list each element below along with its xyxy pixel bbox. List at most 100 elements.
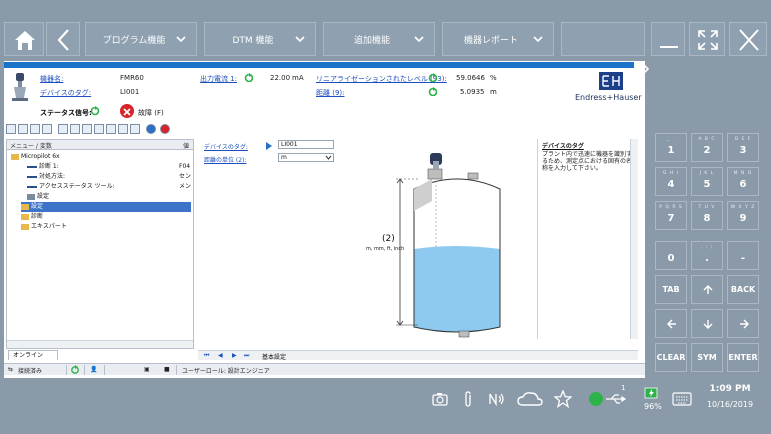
tree-item-diagnostic[interactable]: 診断 1: F04 — [27, 162, 193, 172]
previous-icon[interactable]: ◀ — [218, 352, 223, 359]
menu-program-functions[interactable]: プログラム機能 — [85, 22, 197, 56]
link-icon[interactable] — [118, 124, 128, 134]
device-tag-value: LI001 — [120, 88, 140, 96]
status-signal-label: ステータス信号: — [40, 109, 92, 117]
gear-icon[interactable] — [6, 124, 16, 134]
key-4[interactable]: G H I4 — [655, 167, 687, 196]
folder-icon — [21, 213, 29, 220]
device-name-label[interactable]: 機器名: — [40, 74, 63, 84]
key-sym[interactable]: SYM — [691, 343, 723, 372]
next-icon[interactable]: ▶ — [232, 352, 237, 359]
key-5[interactable]: J K L5 — [691, 167, 723, 196]
empty-toolbar-slot — [561, 22, 645, 56]
cloud-icon[interactable] — [517, 391, 543, 407]
battery-percent: 96% — [644, 402, 662, 411]
device-tag-input[interactable]: LI001 — [278, 140, 334, 149]
key-0[interactable]: 0 — [655, 241, 687, 270]
on-screen-keypad: _ .1 A B C2 D E F3 G H I4 J K L5 M N O6 … — [655, 133, 767, 373]
close-icon — [739, 29, 759, 51]
menu-label: DTM 機能 — [232, 35, 274, 46]
list-icon[interactable] — [58, 124, 68, 134]
refresh-icon[interactable] — [70, 365, 80, 375]
brand-name: Endress+Hauser — [575, 93, 642, 102]
help-title: デバイスのタグ — [542, 143, 584, 150]
first-page-icon[interactable]: ⏮ — [204, 352, 209, 360]
device-tag-label[interactable]: デバイスのタグ: — [40, 88, 91, 98]
nfc-icon[interactable] — [488, 392, 506, 406]
tree-item-access-status[interactable]: アクセスステータス ツール: メン — [27, 182, 193, 192]
tree-item-diagnostics[interactable]: 診断 — [21, 212, 43, 222]
distance-unit-select[interactable]: m — [278, 153, 334, 162]
camera-icon[interactable] — [432, 392, 448, 406]
tree-item-setup[interactable]: 設定 — [21, 202, 191, 212]
tree-item-device-root[interactable]: Micropilot 6x — [11, 152, 60, 162]
clock-time: 1:09 PM — [709, 384, 751, 394]
chart-icon[interactable] — [42, 124, 52, 134]
tab-online[interactable]: オンライン — [8, 350, 58, 360]
grid-icon[interactable] — [18, 124, 28, 134]
key-3[interactable]: D E F3 — [727, 133, 759, 162]
nav-section-label: 基本設定 — [262, 354, 287, 361]
settings-icon[interactable] — [106, 124, 116, 134]
tree-item-remedy[interactable]: 対処方法: セン — [27, 172, 193, 182]
parameter-icon — [27, 175, 37, 178]
menu-device-report[interactable]: 機器レポート — [442, 22, 554, 56]
key-8[interactable]: T U V8 — [691, 201, 723, 230]
navigation-bar: ⏮ ◀ ▶ ⏭ 基本設定 — [198, 350, 638, 361]
key-clear[interactable]: CLEAR — [655, 343, 687, 372]
output-current-unit: mA — [292, 74, 304, 82]
keyboard-icon[interactable] — [672, 392, 692, 406]
clock-date: 10/16/2019 — [706, 400, 754, 409]
tag-icon[interactable] — [94, 124, 104, 134]
close-button[interactable] — [729, 22, 767, 56]
info-icon[interactable] — [146, 124, 156, 134]
output-current-label[interactable]: 出力電流 1: — [200, 74, 237, 84]
usb-icon — [606, 394, 627, 404]
key-period[interactable]: , : ;. — [691, 241, 723, 270]
star-icon[interactable] — [554, 390, 572, 408]
menu-tree-panel: メニュー / 変数 値 Micropilot 6x 診断 1: F04 対処方法… — [6, 139, 194, 349]
paperclip-icon[interactable] — [463, 391, 473, 407]
home-button[interactable] — [4, 22, 44, 56]
vertical-scrollbar[interactable] — [630, 139, 638, 339]
menu-dtm-functions[interactable]: DTM 機能 — [204, 22, 316, 56]
key-2[interactable]: A B C2 — [691, 133, 723, 162]
table-icon[interactable] — [30, 124, 40, 134]
top-toolbar: プログラム機能 DTM 機能 追加機能 機器レポート — [0, 18, 771, 60]
back-button[interactable] — [46, 22, 80, 56]
tree-item-setup-wizard[interactable]: 設定 — [27, 192, 49, 202]
help-icon[interactable] — [160, 124, 170, 134]
key-tab[interactable]: TAB — [655, 275, 687, 304]
key-6[interactable]: M N O6 — [727, 167, 759, 196]
minimize-button[interactable] — [651, 22, 685, 56]
chevron-down-icon — [176, 36, 186, 43]
refresh-icon[interactable] — [428, 73, 437, 82]
refresh-icon[interactable] — [428, 87, 437, 96]
key-arrow-right[interactable] — [727, 309, 759, 338]
last-page-icon[interactable]: ⏭ — [244, 352, 249, 360]
folder-icon — [11, 153, 19, 160]
distance-label[interactable]: 距離 (9): — [316, 88, 345, 98]
menu-additional-functions[interactable]: 追加機能 — [323, 22, 435, 56]
refresh-icon[interactable] — [244, 73, 253, 82]
key-arrow-up[interactable] — [691, 275, 723, 304]
key-9[interactable]: W X Y Z9 — [727, 201, 759, 230]
tree-item-expert[interactable]: エキスパート — [21, 222, 67, 232]
key-1[interactable]: _ .1 — [655, 133, 687, 162]
key-arrow-left[interactable] — [655, 309, 687, 338]
usb-count: 1 — [621, 384, 626, 392]
key-enter[interactable]: ENTER — [727, 343, 759, 372]
user-role: ユーザーロール: 設計エンジニア — [182, 368, 270, 375]
fullscreen-button[interactable] — [689, 22, 725, 56]
refresh-icon[interactable] — [90, 106, 100, 116]
device-header: 機器名: FMR60 デバイスのタグ: LI001 ステータス信号: 故障 (F… — [4, 70, 645, 122]
star-icon[interactable] — [130, 124, 140, 134]
key-7[interactable]: P Q R S7 — [655, 201, 687, 230]
key-arrow-down[interactable] — [691, 309, 723, 338]
key-back[interactable]: BACK — [727, 275, 759, 304]
key-minus[interactable]: - — [727, 241, 759, 270]
output-current-value: 22.00 — [270, 74, 291, 82]
graph-icon[interactable] — [70, 124, 80, 134]
horizontal-scrollbar[interactable] — [7, 340, 193, 348]
document-icon[interactable] — [82, 124, 92, 134]
